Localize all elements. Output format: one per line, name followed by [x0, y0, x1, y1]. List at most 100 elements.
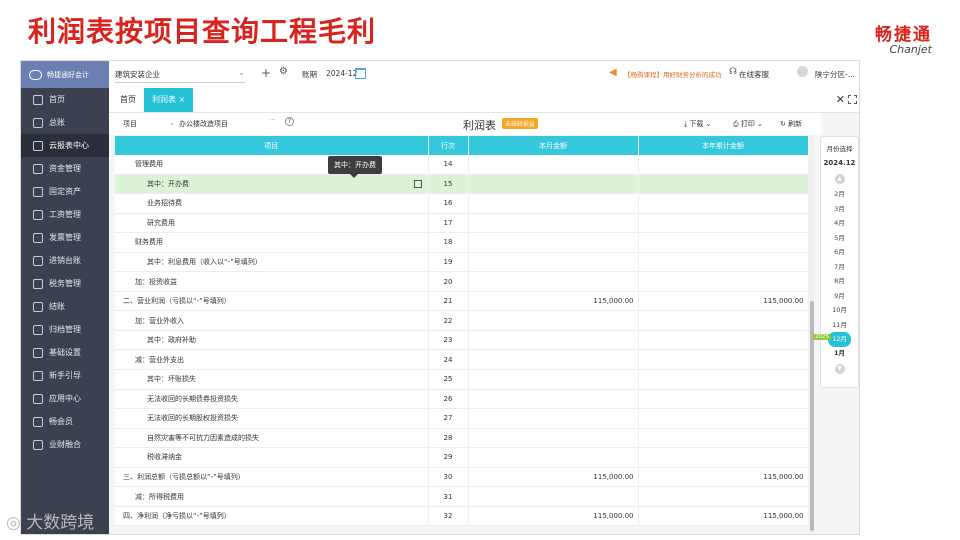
month-option[interactable]: 7月 — [821, 260, 858, 275]
table-row[interactable]: 其中：利息费用（收入以“-”号填列） 19 — [115, 252, 809, 273]
month-option[interactable]: 4月 — [821, 216, 858, 231]
table-row[interactable]: 税收滞纳金 29 — [115, 447, 809, 468]
cell-current[interactable] — [468, 174, 639, 195]
edit-icon[interactable] — [413, 179, 422, 188]
period-input[interactable]: 2024-12 — [326, 69, 357, 78]
sidebar-item[interactable]: 新手引导 — [21, 364, 109, 387]
promo-link[interactable]: 【畅购课程】用好财务分析的成功 — [624, 69, 722, 79]
cell-current[interactable] — [468, 271, 639, 292]
sidebar-item[interactable]: 业财融合 — [21, 433, 109, 456]
add-icon[interactable]: + — [261, 66, 271, 80]
cell-ytd[interactable] — [638, 155, 809, 175]
headset-icon[interactable]: ☊ — [729, 67, 737, 77]
cell-current[interactable] — [468, 369, 639, 390]
month-option[interactable]: 6月 — [821, 245, 858, 260]
chevron-down-icon[interactable]: ⌄ — [169, 119, 175, 127]
table-row[interactable]: 其中：坏账损失 25 — [115, 369, 809, 390]
sidebar-item[interactable]: 固定资产 — [21, 180, 109, 203]
cell-current[interactable] — [468, 232, 639, 253]
cell-current[interactable] — [468, 330, 639, 351]
table-row[interactable]: 无法收回的长期股权投资损失 27 — [115, 408, 809, 429]
cell-ytd[interactable] — [638, 193, 809, 214]
table-row[interactable]: 减：营业外支出 24 — [115, 349, 809, 371]
sidebar-item[interactable]: 税务管理 — [21, 272, 109, 295]
help-icon[interactable]: ? — [285, 117, 294, 126]
month-option[interactable]: 10月 — [821, 303, 858, 318]
refresh-button[interactable]: ↻ 刷新 — [780, 119, 802, 129]
tab-income-statement[interactable]: 利润表 × — [144, 88, 194, 112]
chevron-down-icon[interactable]: ▼ — [834, 363, 845, 374]
table-row[interactable]: 三、利润总额（亏损总额以“-”号填列） 30 115,000.00 115,000.0… — [115, 467, 809, 488]
sidebar-item[interactable]: 发票管理 — [21, 226, 109, 249]
sidebar-item[interactable]: 归档管理 — [21, 318, 109, 341]
cell-ytd[interactable]: 115,000.00 — [638, 467, 809, 488]
cell-current[interactable]: 115,000.00 — [468, 467, 639, 488]
cell-ytd[interactable] — [638, 174, 809, 195]
table-row[interactable]: 自然灾害等不可抗力因素造成的损失 28 — [115, 428, 809, 449]
sidebar-item[interactable]: 畅会员 — [21, 410, 109, 433]
cell-current[interactable] — [468, 193, 639, 214]
online-support-link[interactable]: 在线客服 — [739, 69, 769, 80]
tab-close-icon[interactable]: × — [179, 95, 186, 104]
cell-ytd[interactable] — [638, 408, 809, 429]
table-row[interactable]: 加：营业外收入 22 — [115, 310, 809, 331]
chevron-up-icon[interactable]: ▲ — [834, 174, 845, 184]
month-option[interactable]: 8月 — [821, 274, 858, 289]
cell-current[interactable] — [468, 486, 639, 507]
table-row[interactable]: 减：所得税费用 31 — [115, 486, 809, 507]
cell-ytd[interactable]: 115,000.00 — [638, 506, 809, 527]
avatar[interactable] — [797, 66, 808, 77]
tab-home[interactable]: 首页 — [112, 88, 144, 112]
print-button[interactable]: ⎙ 打印 ⌄ — [733, 119, 763, 129]
cell-current[interactable]: 115,000.00 — [468, 506, 639, 527]
sidebar-item[interactable]: 首页 — [21, 88, 109, 111]
cell-current[interactable] — [468, 428, 639, 449]
cell-current[interactable]: 115,000.00 — [468, 291, 639, 312]
fullscreen-icon[interactable] — [848, 95, 857, 104]
sidebar-item[interactable]: 资金管理 — [21, 157, 109, 180]
cell-ytd[interactable] — [638, 428, 809, 449]
cell-ytd[interactable] — [638, 213, 809, 234]
cell-ytd[interactable]: 115,000.00 — [638, 291, 809, 312]
table-row[interactable]: 研究费用 17 — [115, 213, 809, 234]
gear-icon[interactable]: ⚙ — [279, 66, 288, 77]
cell-current[interactable] — [468, 155, 639, 175]
table-row[interactable]: 四、净利润（净亏损以“-”号填列） 32 115,000.00 115,000.00 — [115, 506, 809, 527]
close-icon[interactable]: ✕ — [836, 93, 845, 106]
month-option[interactable]: 5月 — [821, 231, 858, 246]
cell-ytd[interactable] — [638, 232, 809, 253]
month-option[interactable]: 11月 — [821, 318, 858, 333]
company-select[interactable]: 建筑安装企业 ⌄ — [115, 68, 245, 83]
table-row[interactable]: 管理费用 14 — [115, 155, 809, 175]
calendar-icon[interactable] — [355, 68, 366, 79]
cell-ytd[interactable] — [638, 310, 809, 331]
month-option[interactable]: 3月 — [821, 202, 858, 217]
sidebar-item[interactable]: 基础设置 — [21, 341, 109, 364]
month-option[interactable]: 2月 — [821, 187, 858, 202]
sidebar-item[interactable]: 工资管理 — [21, 203, 109, 226]
download-button[interactable]: ⤓ 下载 ⌄ — [684, 119, 711, 129]
cell-ytd[interactable] — [638, 389, 809, 410]
table-row[interactable]: 其中：开办费 15 — [115, 174, 809, 195]
table-row[interactable]: 财务费用 18 — [115, 232, 809, 253]
cell-ytd[interactable] — [638, 330, 809, 351]
cell-current[interactable] — [468, 389, 639, 410]
cell-current[interactable] — [468, 447, 639, 468]
cell-ytd[interactable] — [638, 447, 809, 468]
table-row[interactable]: 二、营业利润（亏损以“-”号填列） 21 115,000.00 115,000.00 — [115, 291, 809, 312]
table-row[interactable]: 无法收回的长期债券投资损失 26 — [115, 389, 809, 410]
table-row[interactable]: 业务招待费 16 — [115, 193, 809, 214]
cell-current[interactable] — [468, 408, 639, 429]
cell-ytd[interactable] — [638, 486, 809, 507]
cell-ytd[interactable] — [638, 252, 809, 273]
sidebar-item[interactable]: 进销台账 — [21, 249, 109, 272]
sidebar-item[interactable]: 应用中心 — [21, 387, 109, 410]
table-row[interactable]: 加：投资收益 20 — [115, 271, 809, 292]
month-option[interactable]: 9月 — [821, 289, 858, 304]
table-row[interactable]: 其中：政府补助 23 — [115, 330, 809, 351]
sidebar-item[interactable]: 结账 — [21, 295, 109, 318]
month-option[interactable]: 12月 — [828, 332, 851, 347]
cell-ytd[interactable] — [638, 349, 809, 371]
sidebar-item[interactable]: 云报表中心 — [21, 134, 109, 157]
cell-current[interactable] — [468, 252, 639, 273]
